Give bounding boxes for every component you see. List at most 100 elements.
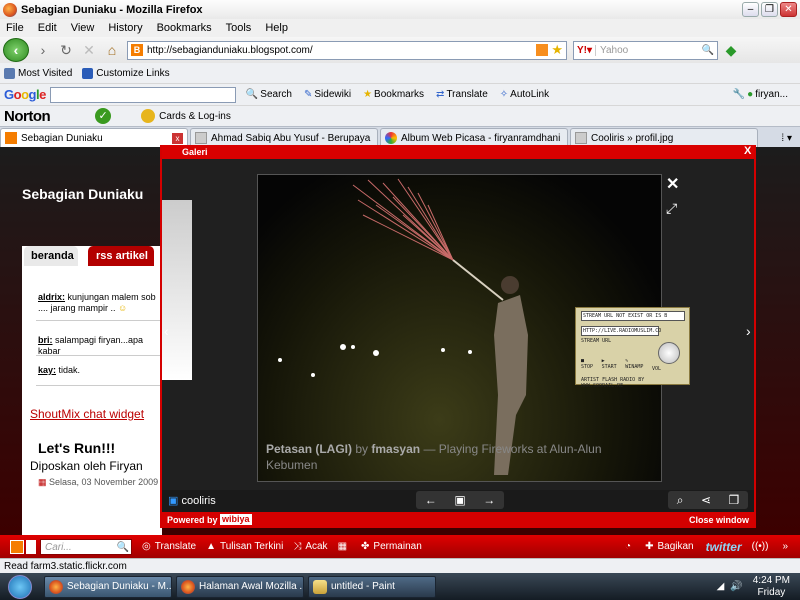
forward-icon[interactable]: › [34,41,52,59]
comment-user[interactable]: aldrix: [38,292,65,302]
bookmark-most-visited[interactable]: Most Visited [4,67,72,79]
menu-bookmarks[interactable]: Bookmarks [157,22,212,34]
maximize-button[interactable]: ❐ [761,2,778,17]
caption-user[interactable]: fmasyan [371,442,420,456]
google-sidewiki-button[interactable]: ✎ Sidewiki [304,89,351,100]
tab-beranda[interactable]: beranda [24,246,78,266]
radio-stop-button[interactable]: ■ STOP [581,358,593,372]
windows-icon[interactable]: ❐ [728,493,739,507]
photo-caption: Petasan (LAGI) by fmasyan — Playing Fire… [266,441,656,473]
pencil-icon: ✎ [303,89,313,100]
menu-history[interactable]: History [108,22,142,34]
google-bookmarks-button[interactable]: ★ Bookmarks [363,89,424,100]
menu-help[interactable]: Help [265,22,288,34]
wibiya-search-input[interactable]: Cari... 🔍 [40,538,132,556]
search-input[interactable]: Y!▾ Yahoo 🔍 [573,40,718,60]
wibiya-share-button[interactable]: ✚ Bagikan [645,541,694,552]
stop-icon[interactable]: ✕ [80,41,98,59]
prev-arrow-icon[interactable]: ‹ [164,323,169,339]
bookmark-star-icon[interactable]: ★ [551,42,563,58]
star-icon: ★ [363,89,373,100]
next-icon[interactable]: → [483,493,495,507]
comment-user[interactable]: kay: [38,365,56,375]
google-search-input[interactable] [49,86,236,103]
taskbar-item-mozilla[interactable]: Halaman Awal Mozilla ... [176,575,304,598]
stop-label: STOP [581,364,594,370]
caption-title[interactable]: Petasan (LAGI) [266,442,352,456]
magnifier-icon[interactable]: 🔍 [699,45,717,56]
url-bar[interactable]: B http://sebagianduniaku.blogspot.com/ ★ [127,40,567,60]
menu-tools[interactable]: Tools [226,22,252,34]
wibiya-rss-button[interactable]: ◔ [625,541,635,552]
start-button[interactable] [0,573,40,600]
search-icon[interactable]: ⌕ [677,493,684,508]
cooliris-mark-icon: ▣ [168,495,179,507]
wibiya-brand[interactable]: wibiya [220,514,252,525]
cards-logins-button[interactable]: Cards & Log-ins [141,109,231,123]
norton-logo[interactable]: Norton [4,108,51,125]
radio-url-field[interactable]: HTTP://LIVE.RADIOMUSLIM.CO [581,326,661,336]
wibiya-window-button[interactable]: ▦ [338,541,351,552]
comment-text: tidak. [58,365,81,375]
page-icon [82,67,94,79]
slideshow-icon[interactable]: ▣ [454,493,465,507]
google-search-button[interactable]: 🔍 Search [246,89,292,100]
folder-icon [4,67,15,79]
volume-knob[interactable] [658,342,680,364]
bookmark-customize-links[interactable]: Customize Links [82,67,170,79]
tab-close-icon[interactable]: x [172,132,183,144]
volume-icon[interactable]: 🔊 [730,581,742,592]
windows-taskbar: Sebagian Duniaku - M... Halaman Awal Moz… [0,573,800,600]
post-title[interactable]: Let's Run!!! [38,440,115,456]
wibiya-games-button[interactable]: ✤ Permainan [361,541,422,552]
open-external-icon[interactable]: ⤢ [666,200,677,217]
blog-title[interactable]: Sebagian Duniaku [22,186,143,202]
comment-user[interactable]: bri: [38,335,53,345]
menu-edit[interactable]: Edit [38,22,57,34]
back-button[interactable]: ‹ [3,38,29,62]
wibiya-random-button[interactable]: ⤨ Acak [293,541,327,552]
lightbox-close-button[interactable]: X [744,145,751,157]
menu-view[interactable]: View [71,22,95,34]
clock[interactable]: 4:24 PM Friday [753,575,790,599]
google-autolink-button[interactable]: ✧ AutoLink [500,89,549,100]
next-arrow-icon[interactable]: › [746,323,751,339]
search-icon[interactable]: 🔍 [117,540,129,556]
wibiya-dropdown-icon[interactable] [26,539,36,554]
google-logo[interactable]: Google [4,87,46,102]
reload-icon[interactable]: ↻ [57,41,75,59]
norton-check-icon[interactable]: ✓ [95,108,112,124]
wibiya-translate-button[interactable]: ◎ Translate [142,541,196,552]
google-translate-button[interactable]: ⇄ Translate [436,89,488,100]
taskbar-item-firefox[interactable]: Sebagian Duniaku - M... [44,575,172,598]
wibiya-radio-icon[interactable]: ((•)) [752,541,773,552]
tab-list-icon[interactable]: ⁞ ▾ [781,133,792,144]
rss-icon[interactable] [536,44,549,56]
yahoo-engine-icon[interactable]: Y!▾ [574,44,597,56]
cooliris-logo[interactable]: ▣ cooliris [168,494,216,507]
google-account-button[interactable]: 🔧 ● firyan... [733,89,788,100]
share-icon[interactable]: ⋖ [701,493,711,507]
photo-close-icon[interactable]: ✕ [666,174,679,194]
home-icon[interactable]: ⌂ [103,41,121,59]
page-icon [575,132,587,144]
system-tray: ◢ 🔊 4:24 PM Friday [717,573,800,600]
shoutmix-link[interactable]: ShoutMix chat widget [30,407,144,421]
blogger-icon[interactable] [10,539,24,554]
close-window-link[interactable]: Close window [689,512,749,528]
wibiya-recent-posts-button[interactable]: ▲ Tulisan Terkini [206,541,283,552]
twitter-button[interactable]: twitter [706,540,742,554]
close-button[interactable]: ✕ [780,2,797,17]
network-icon[interactable]: ◢ [717,581,725,592]
prev-icon[interactable]: ← [425,493,437,507]
radio-winamp-button[interactable]: ✎ WINAMP [625,358,643,372]
addon-icon[interactable]: ◆ [722,41,740,59]
blogger-icon [5,132,17,144]
radio-start-button[interactable]: ▶ START [602,358,617,372]
search-placeholder: Cari... [45,541,72,553]
menu-file[interactable]: File [6,22,24,34]
minimize-button[interactable]: – [742,2,759,17]
wibiya-collapse-icon[interactable]: » [782,541,792,552]
tab-rss-artikel[interactable]: rss artikel [88,246,154,266]
taskbar-item-paint[interactable]: untitled - Paint [308,575,436,598]
